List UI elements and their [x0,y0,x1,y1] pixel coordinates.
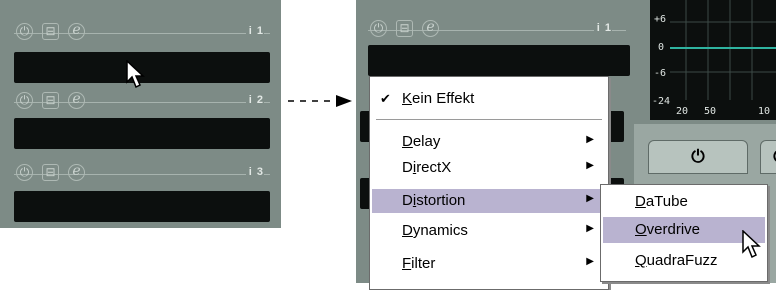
insert-slot-2-header: ⏻ ⊟ e i 2 [14,92,270,114]
menu-item-dynamics[interactable]: Dynamics ▶ [372,219,606,243]
edit-icon[interactable]: e [68,92,85,109]
insert-index-label: i 2 [245,94,264,106]
menu-item-label: Filter [402,255,436,272]
menu-separator [376,119,602,120]
submenu-item-datube[interactable]: DaTube [603,190,765,214]
insert-index-label: i 3 [245,166,264,178]
submenu-arrow-icon: ▶ [586,193,594,204]
x-tick-label: 10 [758,106,771,117]
menu-item-distortion[interactable]: Distortion ▶ [372,189,606,213]
submenu-arrow-icon: ▶ [586,134,594,145]
menu-item-label: Delay [402,133,441,150]
archive-icon[interactable]: ⊟ [42,23,59,40]
x-tick-label: 20 [676,106,689,117]
menu-item-label: DirectX [402,159,452,176]
menu-item-label: Kein Effekt [402,90,475,107]
insert-slot-3-bar[interactable] [14,191,270,222]
submenu-item-quadrafuzz[interactable]: QuadraFuzz [603,249,765,273]
power-icon[interactable]: ⏻ [16,23,33,40]
insert-slot-1-header: ⏻ ⊟ e i 1 [368,20,626,42]
power-button-2[interactable]: ⏻ [760,140,776,174]
submenu-arrow-icon: ▶ [586,160,594,171]
menu-item-filter[interactable]: Filter ▶ [372,252,606,276]
x-tick-label: 50 [704,106,717,117]
y-tick-label: -6 [654,68,667,79]
insert-slot-1-bar[interactable] [368,45,630,76]
power-icon: ⏻ [691,147,705,166]
archive-icon[interactable]: ⊟ [396,20,413,37]
power-icon[interactable]: ⏻ [16,92,33,109]
archive-icon[interactable]: ⊟ [42,92,59,109]
submenu-item-overdrive[interactable]: Overdrive [603,217,765,243]
mouse-cursor-icon [742,230,761,259]
archive-icon[interactable]: ⊟ [42,164,59,181]
mouse-cursor-icon [126,60,145,89]
y-tick-label: 0 [658,42,665,53]
insert-index-label: i 1 [245,25,264,37]
submenu-arrow-icon: ▶ [586,256,594,267]
submenu-item-label: QuadraFuzz [635,252,718,269]
menu-item-delay[interactable]: Delay ▶ [372,130,606,154]
power-icon[interactable]: ⏻ [370,20,387,37]
y-tick-label: -24 [652,96,671,107]
transition-arrow-icon [288,95,352,107]
submenu-arrow-icon: ▶ [586,223,594,234]
menu-item-directx[interactable]: DirectX ▶ [372,156,606,180]
menu-item-label: Dynamics [402,222,468,239]
insert-index-label: i 1 [593,22,612,34]
insert-panel-left: ⏻ ⊟ e i 1 ⏻ ⊟ e i 2 ⏻ ⊟ e i 3 [0,0,281,228]
menu-item-label: Distortion [402,192,466,209]
insert-slot-3-header: ⏻ ⊟ e i 3 [14,164,270,186]
effect-menu: ✔ Kein Effekt Delay ▶ DirectX ▶ Distorti… [369,76,609,290]
edit-icon[interactable]: e [68,23,85,40]
submenu-item-label: DaTube [635,193,688,210]
check-icon: ✔ [380,91,391,106]
edit-icon[interactable]: e [68,164,85,181]
insert-slot-2-bar[interactable] [14,118,270,149]
power-icon[interactable]: ⏻ [16,164,33,181]
menu-item-kein-effekt[interactable]: ✔ Kein Effekt [372,87,606,111]
insert-slot-1-header: ⏻ ⊟ e i 1 [14,23,270,45]
submenu-item-label: Overdrive [635,221,701,238]
power-button[interactable]: ⏻ [648,140,748,174]
edit-icon[interactable]: e [422,20,439,37]
y-tick-label: +6 [654,14,667,25]
eq-graph: +6 0 -6 -24 20 50 10 [650,0,776,120]
